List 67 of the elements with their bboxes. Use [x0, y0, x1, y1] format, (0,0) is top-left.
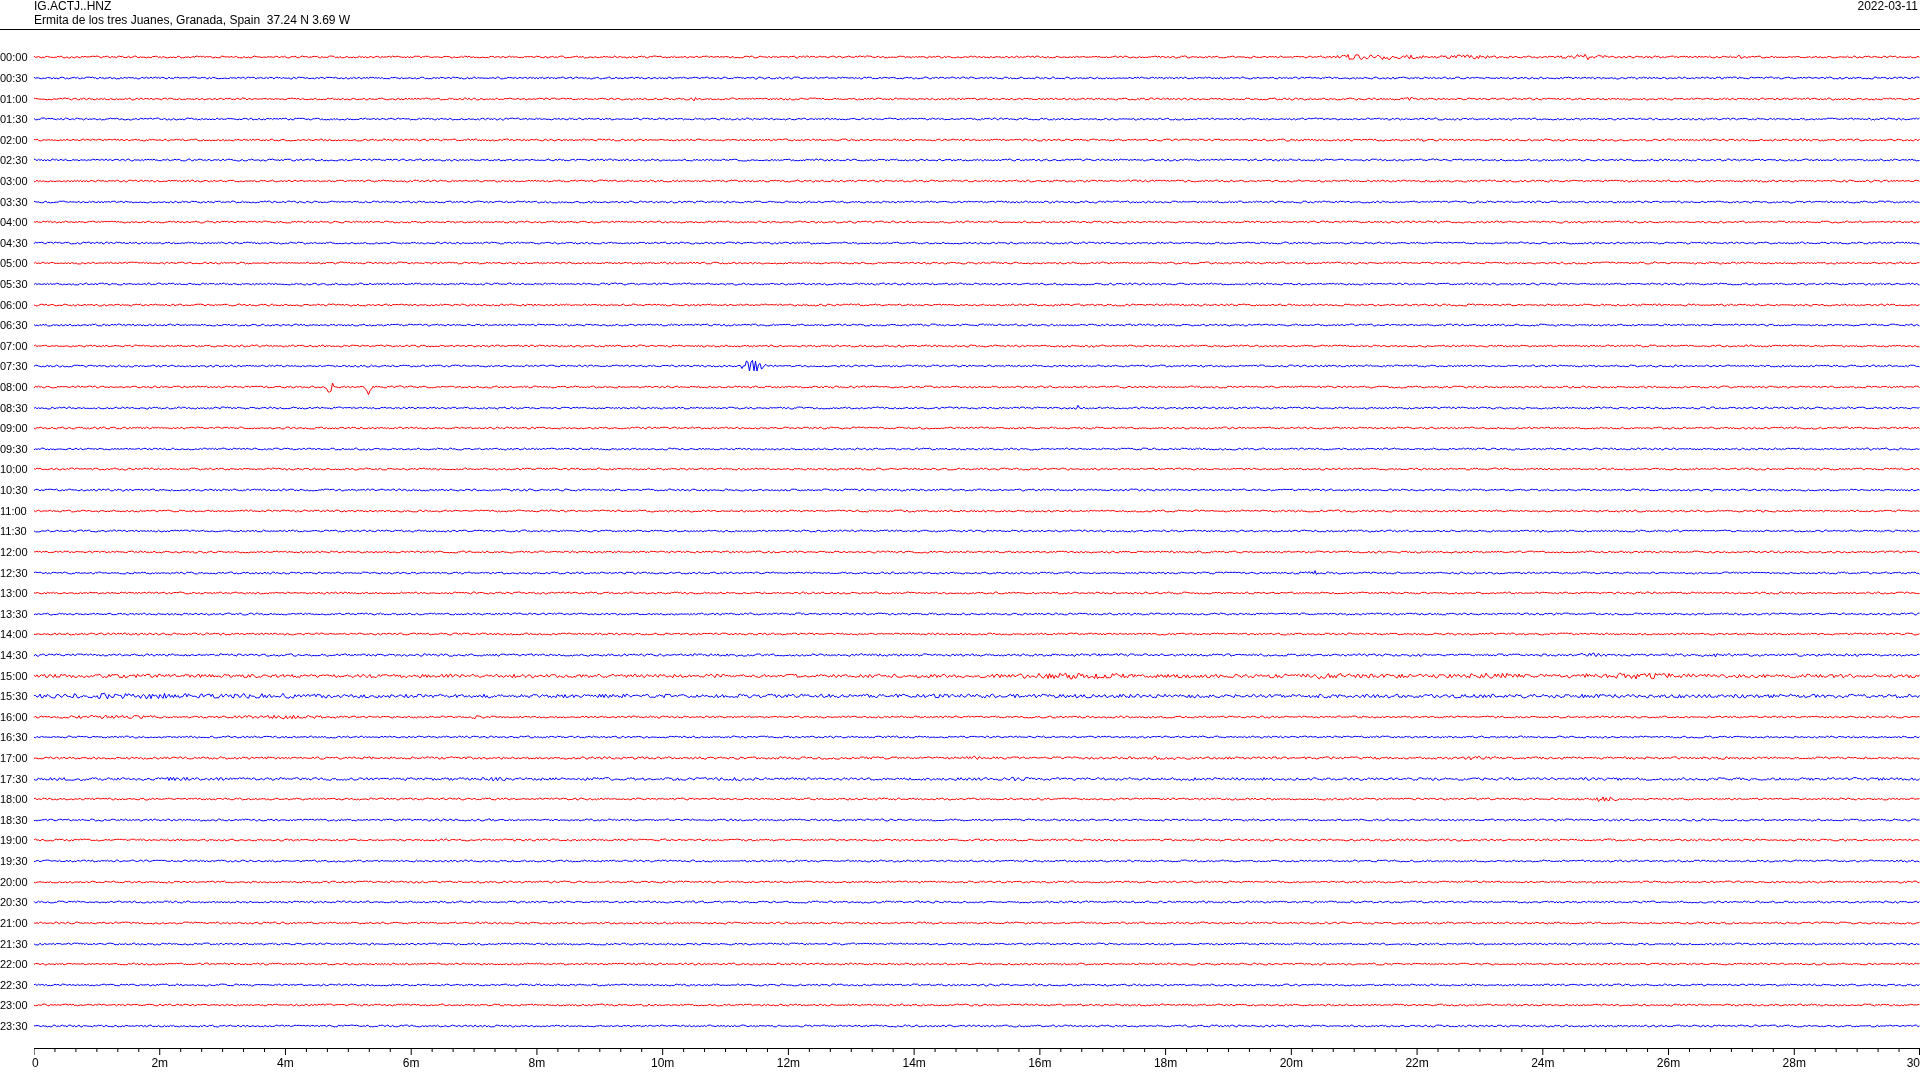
time-label: 17:30: [0, 772, 29, 785]
time-label: 04:30: [0, 236, 29, 249]
axis-tick-label: 8m: [528, 1057, 546, 1070]
time-label: 00:30: [0, 71, 29, 84]
time-label: 23:30: [0, 1019, 29, 1032]
time-label: 18:00: [0, 793, 29, 806]
time-label: 07:30: [0, 360, 29, 373]
time-label: 06:30: [0, 319, 29, 332]
time-label: 07:00: [0, 339, 29, 352]
time-label: 06:00: [0, 298, 29, 311]
time-label: 00:00: [0, 51, 29, 64]
time-label: 19:30: [0, 855, 29, 868]
time-label: 17:00: [0, 752, 29, 764]
time-label: 03:30: [0, 195, 29, 208]
axis-tick-label: 0: [32, 1057, 39, 1070]
time-label: 22:30: [0, 978, 29, 991]
time-label: 20:30: [0, 896, 29, 909]
time-label: 09:30: [0, 442, 29, 455]
time-label: 10:30: [0, 484, 29, 497]
time-label: 23:00: [0, 999, 29, 1012]
time-label: 09:00: [0, 422, 29, 435]
time-label: 04:00: [0, 216, 29, 229]
station-code: IG.ACTJ..HNZ: [34, 0, 113, 13]
time-label: 14:30: [0, 648, 29, 661]
axis-tick-label: 10m: [651, 1057, 675, 1070]
axis-tick-label: 30: [1906, 1057, 1920, 1070]
time-label: 11:00: [0, 504, 28, 517]
time-label: 05:00: [0, 257, 29, 270]
time-label: 08:30: [0, 401, 29, 414]
axis-tick-label: 24m: [1531, 1057, 1555, 1070]
axis-tick-label: 14m: [902, 1057, 926, 1070]
time-label: 22:00: [0, 958, 29, 971]
time-label: 15:00: [0, 669, 29, 682]
time-label: 13:30: [0, 607, 29, 620]
time-label: 13:00: [0, 587, 29, 600]
axis-tick-label: 26m: [1656, 1057, 1681, 1070]
time-label: 20:00: [0, 875, 29, 888]
time-label: 16:00: [0, 710, 29, 723]
time-label: 05:30: [0, 278, 29, 290]
axis-tick-label: 28m: [1782, 1057, 1806, 1070]
time-label: 02:30: [0, 154, 29, 167]
time-label: 01:00: [0, 92, 29, 105]
time-label: 14:00: [0, 628, 29, 641]
plot-date: 2022-03-11: [1857, 0, 1918, 15]
axis-tick-label: 6m: [402, 1057, 420, 1070]
time-label: 02:00: [0, 133, 29, 146]
axis-tick-label: 2m: [151, 1057, 169, 1070]
axis-tick-label: 16m: [1028, 1057, 1052, 1070]
time-label: 08:00: [0, 381, 29, 394]
time-label: 16:30: [0, 731, 29, 744]
time-label: 03:00: [0, 174, 29, 187]
axis-tick-label: 20m: [1279, 1057, 1303, 1070]
time-label: 10:00: [0, 463, 29, 476]
axis-tick-label: 18m: [1153, 1057, 1178, 1070]
axis-tick-label: 4m: [277, 1057, 294, 1070]
time-label: 15:30: [0, 690, 29, 703]
time-label: 01:30: [0, 113, 29, 126]
time-label: 19:00: [0, 834, 29, 847]
time-label: 12:30: [0, 566, 29, 579]
time-label: 11:30: [0, 525, 28, 538]
station-location: Ermita de los tres Juanes, Granada, Spain 37.24 N 3.69 W: [34, 14, 351, 27]
axis-tick-label: 12m: [776, 1057, 801, 1070]
time-label: 21:30: [0, 937, 29, 950]
axis-tick-label: 22m: [1405, 1057, 1429, 1070]
time-label: 21:00: [0, 916, 29, 929]
time-label: 12:00: [0, 545, 29, 558]
time-label: 18:30: [0, 813, 29, 826]
